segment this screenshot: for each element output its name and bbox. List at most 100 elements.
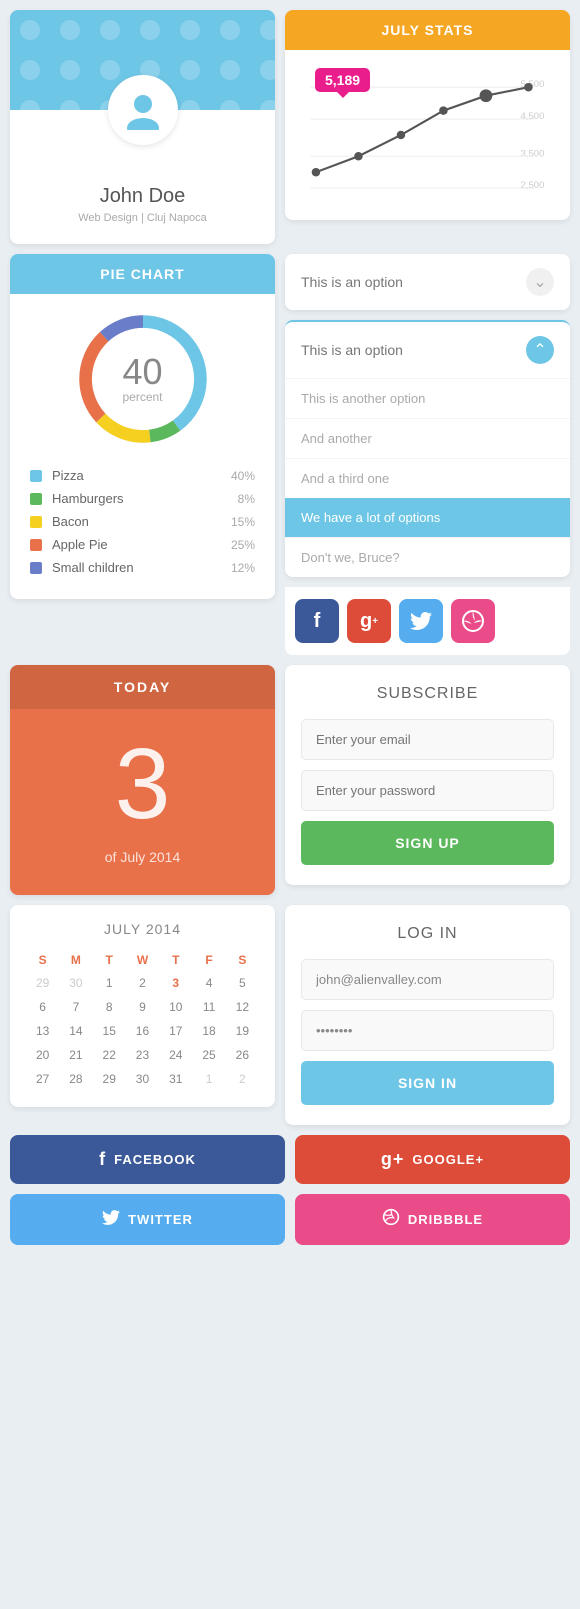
pie-chart-card: PIE CHART xyxy=(10,254,275,599)
calendar-week-3: 13 14 15 16 17 18 19 xyxy=(26,1019,259,1043)
cal-day[interactable]: 27 xyxy=(26,1067,59,1091)
day-header-w: W xyxy=(126,949,159,971)
cal-day[interactable]: 25 xyxy=(192,1043,225,1067)
legend-item-pizza: Pizza 40% xyxy=(30,464,255,487)
legend-item-hamburgers: Hamburgers 8% xyxy=(30,487,255,510)
signin-button[interactable]: SIGN IN xyxy=(301,1061,554,1105)
cal-day[interactable]: 6 xyxy=(26,995,59,1019)
cal-day: 29 xyxy=(26,971,59,995)
cal-day[interactable]: 3 xyxy=(159,971,192,995)
dropdown-option-5[interactable]: Don't we, Bruce? xyxy=(285,537,570,577)
cal-day[interactable]: 29 xyxy=(93,1067,126,1091)
pie-label: percent xyxy=(122,390,162,404)
facebook-button[interactable]: f FACEBOOK xyxy=(10,1135,285,1184)
cal-day[interactable]: 13 xyxy=(26,1019,59,1043)
login-password-field[interactable] xyxy=(301,1010,554,1051)
cal-day[interactable]: 1 xyxy=(93,971,126,995)
cal-day[interactable]: 26 xyxy=(226,1043,259,1067)
dropdown-expanded: This is an option ⌃ This is another opti… xyxy=(285,320,570,577)
legend-dot-pizza xyxy=(30,470,42,482)
cal-day[interactable]: 20 xyxy=(26,1043,59,1067)
cal-day[interactable]: 22 xyxy=(93,1043,126,1067)
calendar-card: JULY 2014 S M T W T F S xyxy=(10,905,275,1107)
cal-day[interactable]: 9 xyxy=(126,995,159,1019)
legend-dot-bacon xyxy=(30,516,42,528)
legend-label-bacon: Bacon xyxy=(52,514,231,529)
dribbble-btn-icon xyxy=(382,1208,400,1231)
avatar xyxy=(108,75,178,145)
login-card: LOG IN SIGN IN xyxy=(285,905,570,1125)
stats-card: JULY STATS 5,189 5,500 4,500 3,500 2,500 xyxy=(285,10,570,220)
calendar-grid: S M T W T F S 29 30 1 xyxy=(26,949,259,1091)
today-card: TODAY 3 of July 2014 xyxy=(10,665,275,895)
facebook-btn-icon: f xyxy=(99,1149,106,1170)
dribbble-btn-label: DRIBBBLE xyxy=(408,1212,483,1227)
subscribe-card: SUBSCRIBE SIGN UP xyxy=(285,665,570,885)
cal-day[interactable]: 18 xyxy=(192,1019,225,1043)
cal-day[interactable]: 14 xyxy=(59,1019,92,1043)
dropdown-option-3[interactable]: And a third one xyxy=(285,458,570,498)
cal-day[interactable]: 28 xyxy=(59,1067,92,1091)
cal-day[interactable]: 23 xyxy=(126,1043,159,1067)
googleplus-btn-label: GOOGLE+ xyxy=(412,1152,484,1167)
dribbble-button[interactable]: DRIBBBLE xyxy=(295,1194,570,1245)
cal-day[interactable]: 4 xyxy=(192,971,225,995)
svg-text:4,500: 4,500 xyxy=(520,111,544,122)
password-field[interactable] xyxy=(301,770,554,811)
cal-day: 2 xyxy=(226,1067,259,1091)
cal-day[interactable]: 21 xyxy=(59,1043,92,1067)
dropdown-option-2[interactable]: And another xyxy=(285,418,570,458)
chevron-up-icon: ⌃ xyxy=(526,336,554,364)
login-email-field[interactable] xyxy=(301,959,554,1000)
legend-item-small-children: Small children 12% xyxy=(30,556,255,579)
calendar-week-2: 6 7 8 9 10 11 12 xyxy=(26,995,259,1019)
dribbble-icon-btn[interactable] xyxy=(451,599,495,643)
profile-subtitle: Web Design | Cluj Napoca xyxy=(20,212,265,224)
legend-label-hamburgers: Hamburgers xyxy=(52,491,238,506)
cal-day[interactable]: 8 xyxy=(93,995,126,1019)
profile-card: John Doe Web Design | Cluj Napoca xyxy=(10,10,275,244)
legend-dot-smallchildren xyxy=(30,562,42,574)
cal-day[interactable]: 31 xyxy=(159,1067,192,1091)
twitter-button[interactable]: TWITTER xyxy=(10,1194,285,1245)
cal-day[interactable]: 15 xyxy=(93,1019,126,1043)
legend-value-bacon: 15% xyxy=(231,515,255,529)
subscribe-title: SUBSCRIBE xyxy=(301,685,554,703)
legend-value-hamburgers: 8% xyxy=(238,492,255,506)
cal-day[interactable]: 17 xyxy=(159,1019,192,1043)
googleplus-button[interactable]: g+ GOOGLE+ xyxy=(295,1135,570,1184)
signup-button[interactable]: SIGN UP xyxy=(301,821,554,865)
cal-day[interactable]: 10 xyxy=(159,995,192,1019)
cal-day[interactable]: 7 xyxy=(59,995,92,1019)
legend-label-applepie: Apple Pie xyxy=(52,537,231,552)
facebook-icon-btn[interactable]: f xyxy=(295,599,339,643)
pie-value: 40 xyxy=(122,354,162,390)
cal-day[interactable]: 12 xyxy=(226,995,259,1019)
legend-value-applepie: 25% xyxy=(231,538,255,552)
dropdown-collapsed: This is an option ⌄ xyxy=(285,254,570,310)
day-header-s2: S xyxy=(226,949,259,971)
cal-day[interactable]: 5 xyxy=(226,971,259,995)
pie-chart-header: PIE CHART xyxy=(10,254,275,294)
email-field[interactable] xyxy=(301,719,554,760)
facebook-btn-label: FACEBOOK xyxy=(114,1152,196,1167)
cal-day[interactable]: 11 xyxy=(192,995,225,1019)
cal-day[interactable]: 2 xyxy=(126,971,159,995)
cal-day[interactable]: 24 xyxy=(159,1043,192,1067)
twitter-icon-btn[interactable] xyxy=(399,599,443,643)
stats-header: JULY STATS xyxy=(285,10,570,50)
day-header-t1: T xyxy=(93,949,126,971)
dropdown-open-trigger[interactable]: This is an option ⌃ xyxy=(285,322,570,378)
twitter-btn-icon xyxy=(102,1209,120,1230)
day-header-m: M xyxy=(59,949,92,971)
cal-day[interactable]: 19 xyxy=(226,1019,259,1043)
dropdown-option-1[interactable]: This is another option xyxy=(285,378,570,418)
cal-day[interactable]: 16 xyxy=(126,1019,159,1043)
legend-value-pizza: 40% xyxy=(231,469,255,483)
dropdown-trigger[interactable]: This is an option ⌄ xyxy=(285,254,570,310)
cal-day[interactable]: 30 xyxy=(126,1067,159,1091)
today-number: 3 xyxy=(10,709,275,849)
calendar-week-5: 27 28 29 30 31 1 2 xyxy=(26,1067,259,1091)
googleplus-icon-btn[interactable]: g+ xyxy=(347,599,391,643)
dropdown-option-highlight[interactable]: We have a lot of options xyxy=(285,498,570,537)
